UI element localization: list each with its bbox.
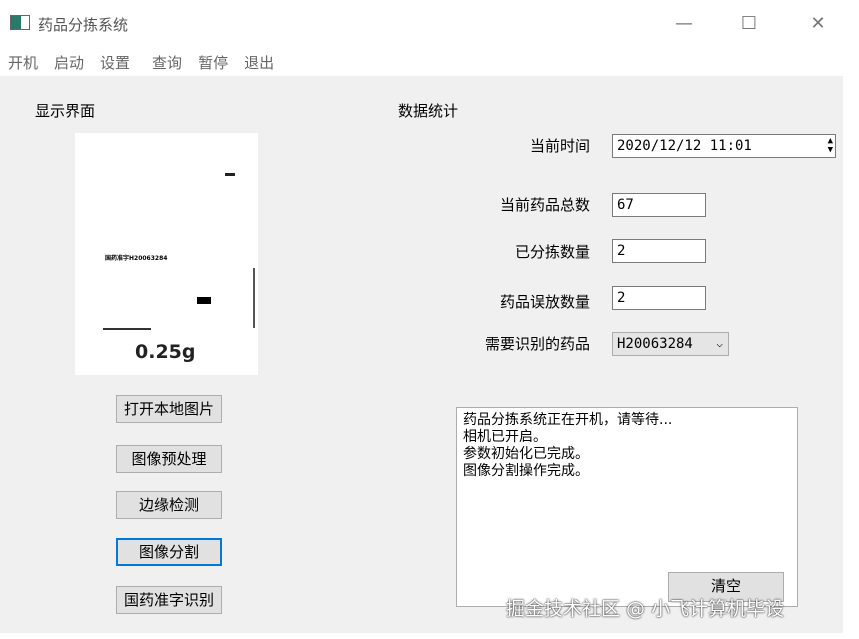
drug-image: 国药准字H20063284 0.25g <box>75 133 258 375</box>
total-label: 当前药品总数 <box>390 194 590 215</box>
log-line: 药品分拣系统正在开机，请等待... <box>463 412 791 429</box>
sorted-label: 已分拣数量 <box>390 241 590 262</box>
spin-arrows-icon[interactable]: ▲▼ <box>828 137 833 155</box>
menu-bar: 开机 启动 设置 查询 暂停 退出 <box>8 52 274 73</box>
misplaced-field[interactable]: 2 <box>612 286 706 310</box>
watermark: 掘金技术社区 @ 小飞计算机毕设 <box>506 594 784 621</box>
image-code-text: 国药准字H20063284 <box>105 253 167 262</box>
current-time-value: 2020/12/12 11:01 <box>617 138 752 154</box>
approval-number-recognize-button[interactable]: 国药准字识别 <box>116 586 222 614</box>
current-time-field[interactable]: 2020/12/12 11:01 ▲▼ <box>612 134 836 158</box>
display-heading: 显示界面 <box>35 100 95 121</box>
menu-power-on[interactable]: 开机 <box>8 52 38 73</box>
image-dose-text: 0.25g <box>135 341 195 363</box>
menu-pause[interactable]: 暂停 <box>198 52 228 73</box>
sorted-field[interactable]: 2 <box>612 239 706 263</box>
menu-query[interactable]: 查询 <box>152 52 182 73</box>
menu-exit[interactable]: 退出 <box>244 52 274 73</box>
preprocess-button[interactable]: 图像预处理 <box>116 445 222 473</box>
app-icon <box>10 15 30 30</box>
segment-button[interactable]: 图像分割 <box>116 538 222 566</box>
target-drug-label: 需要识别的药品 <box>390 333 590 354</box>
menu-settings[interactable]: 设置 <box>100 52 130 73</box>
target-drug-value: H20063284 <box>617 336 693 352</box>
open-local-image-button[interactable]: 打开本地图片 <box>116 395 222 423</box>
maximize-button[interactable]: ☐ <box>729 10 769 38</box>
stats-heading: 数据统计 <box>398 100 458 121</box>
window-title: 药品分拣系统 <box>38 14 128 35</box>
close-button[interactable]: ✕ <box>798 10 838 38</box>
misplaced-label: 药品误放数量 <box>390 291 590 312</box>
log-line: 参数初始化已完成。 <box>463 446 791 463</box>
target-drug-select[interactable]: H20063284 ⌵ <box>612 332 729 356</box>
menu-start[interactable]: 启动 <box>54 52 84 73</box>
log-line: 相机已开启。 <box>463 429 791 446</box>
total-field[interactable]: 67 <box>612 193 706 217</box>
edge-detect-button[interactable]: 边缘检测 <box>116 491 222 519</box>
minimize-button[interactable]: — <box>664 10 704 38</box>
log-line: 图像分割操作完成。 <box>463 463 791 480</box>
current-time-label: 当前时间 <box>390 135 590 156</box>
chevron-down-icon: ⌵ <box>716 335 723 353</box>
